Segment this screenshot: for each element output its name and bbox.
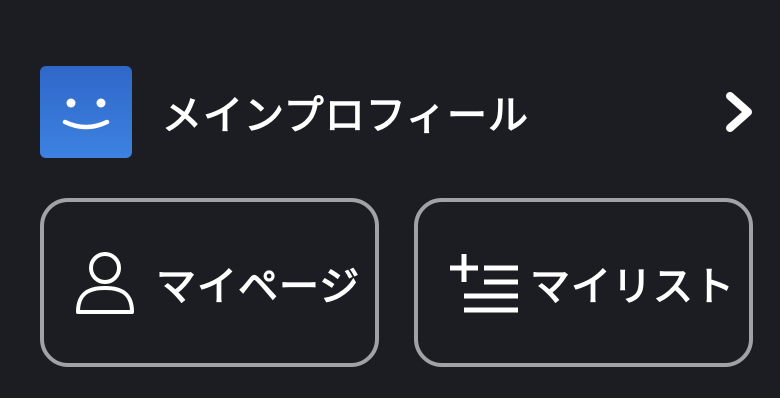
mylist-button[interactable]: マイリスト [414,198,753,367]
profile-name: メインプロフィール [162,93,529,139]
profile-switcher[interactable]: メインプロフィール [40,66,756,158]
mylist-label: マイリスト [530,263,735,310]
mypage-button[interactable]: マイページ [40,198,379,367]
person-icon [74,248,136,318]
mypage-label: マイページ [156,263,361,310]
add-to-list-icon [448,252,520,314]
profile-avatar [40,66,132,158]
smiley-face-icon [62,98,110,130]
chevron-right-icon [722,90,756,134]
